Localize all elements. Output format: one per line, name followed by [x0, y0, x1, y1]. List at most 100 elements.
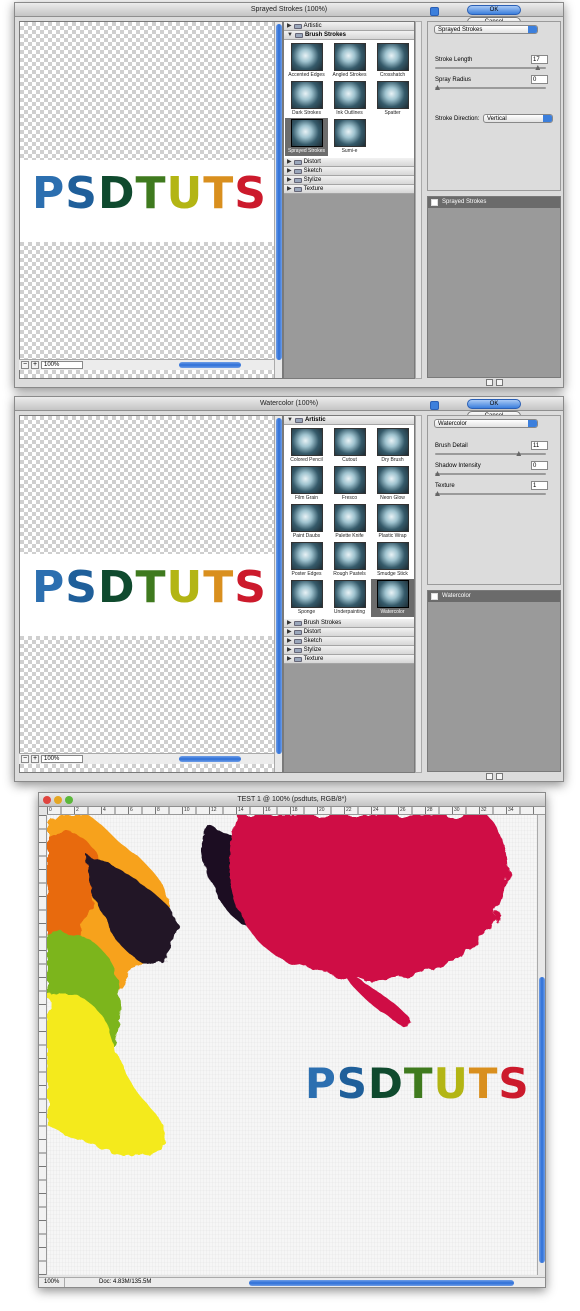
preview-vertical-scrollbar[interactable]	[274, 22, 282, 378]
zoom-field[interactable]: 100%	[41, 755, 83, 763]
close-icon[interactable]	[43, 796, 51, 804]
filter-preview[interactable]: PSDTUTS	[19, 21, 283, 379]
filter-thumbnail[interactable]: Crosshatch	[371, 42, 414, 80]
gallery-scrollbar[interactable]	[415, 21, 422, 379]
psdtuts-text: PSDTUTS	[32, 566, 267, 610]
parameter-value-field[interactable]: 0	[531, 461, 548, 470]
filter-thumbnail[interactable]: Plastic Wrap	[371, 503, 414, 541]
effect-layer[interactable]: Sprayed Strokes	[428, 197, 560, 208]
filter-thumbnail[interactable]: Spatter	[371, 80, 414, 118]
disclosure-triangle-icon[interactable]: ▶	[287, 646, 292, 655]
new-layer-icon[interactable]	[485, 379, 493, 386]
filter-thumbnail[interactable]: Paint Daubs	[285, 503, 328, 541]
filter-preview-image	[376, 81, 409, 109]
filter-thumbnail[interactable]: Colored Pencil	[285, 427, 328, 465]
filter-thumbnail[interactable]: Rough Pastels	[328, 541, 371, 579]
document-horizontal-scrollbar[interactable]	[249, 1280, 514, 1286]
filter-thumbnail[interactable]: Neon Glow	[371, 465, 414, 503]
filter-thumbnail[interactable]: Film Grain	[285, 465, 328, 503]
disclosure-triangle-icon[interactable]: ▶	[287, 158, 292, 167]
filter-thumbnail[interactable]: Underpainting	[328, 579, 371, 617]
filter-category[interactable]: ▼ Brush Strokes	[284, 31, 414, 40]
filter-thumbnail[interactable]: Sprayed Strokes	[285, 118, 328, 156]
canvas[interactable]: PSDTUTS	[47, 815, 537, 1275]
filter-category[interactable]: ▶ Texture	[284, 185, 414, 194]
zoom-in-button[interactable]: +	[31, 755, 39, 763]
filter-preview[interactable]: PSDTUTS	[19, 415, 283, 773]
filter-category[interactable]: ▶ Texture	[284, 655, 414, 664]
eye-icon[interactable]	[431, 199, 438, 206]
filter-thumbnail-label: Palette Knife	[335, 533, 364, 539]
trash-icon[interactable]	[495, 773, 503, 780]
eye-icon[interactable]	[431, 593, 438, 600]
disclosure-triangle-icon[interactable]: ▼	[287, 31, 293, 40]
filter-select[interactable]: Sprayed Strokes	[434, 25, 538, 34]
disclosure-triangle-icon[interactable]: ▶	[287, 637, 292, 646]
folder-icon	[293, 620, 302, 626]
parameter-slider[interactable]	[435, 87, 546, 89]
preview-horizontal-scrollbar[interactable]	[179, 362, 241, 368]
disclosure-triangle-icon[interactable]: ▶	[287, 167, 292, 176]
ruler-label: 14	[238, 807, 244, 813]
filter-thumbnail[interactable]: Accented Edges	[285, 42, 328, 80]
filter-category[interactable]: ▶ Artistic	[284, 22, 414, 31]
filter-thumbnail[interactable]: Dry Brush	[371, 427, 414, 465]
document-vertical-scrollbar[interactable]	[537, 815, 545, 1275]
filter-thumbnail[interactable]: Palette Knife	[328, 503, 371, 541]
new-layer-icon[interactable]	[485, 773, 493, 780]
parameter-value-field[interactable]: 17	[531, 55, 548, 64]
parameter-slider[interactable]	[435, 493, 546, 495]
filter-thumbnail[interactable]: Poster Edges	[285, 541, 328, 579]
zoom-field[interactable]: 100%	[41, 361, 83, 369]
expand-toggle-icon[interactable]	[430, 7, 439, 16]
gallery-scrollbar[interactable]	[415, 415, 422, 773]
stroke-direction-select[interactable]: Vertical	[483, 114, 553, 123]
zoom-out-button[interactable]: −	[21, 755, 29, 763]
ok-button[interactable]: OK	[467, 5, 521, 15]
disclosure-triangle-icon[interactable]: ▼	[287, 416, 293, 425]
zoom-icon[interactable]	[65, 796, 73, 804]
zoom-out-button[interactable]: −	[21, 361, 29, 369]
disclosure-triangle-icon[interactable]: ▶	[287, 176, 292, 185]
filter-select[interactable]: Watercolor	[434, 419, 538, 428]
filter-thumbnail[interactable]: Watercolor	[371, 579, 414, 617]
filter-parameter: Spray Radius 0	[434, 75, 554, 95]
filter-thumbnail[interactable]: Fresco	[328, 465, 371, 503]
ok-button[interactable]: OK	[467, 399, 521, 409]
disclosure-triangle-icon[interactable]: ▶	[287, 22, 292, 31]
parameter-slider[interactable]	[435, 473, 546, 475]
filter-thumbnail[interactable]: Sumi-e	[328, 118, 371, 156]
filter-preview-image	[376, 428, 409, 456]
zoom-in-button[interactable]: +	[31, 361, 39, 369]
parameter-slider[interactable]	[435, 453, 546, 455]
filter-thumbnail[interactable]: Angled Strokes	[328, 42, 371, 80]
filter-thumbnail[interactable]: Sponge	[285, 579, 328, 617]
filter-thumbnail[interactable]: Smudge Stick	[371, 541, 414, 579]
parameter-label: Spray Radius	[435, 77, 472, 83]
parameter-value-field[interactable]: 1	[531, 481, 548, 490]
ruler-label: 28	[427, 807, 433, 813]
filter-thumbnail[interactable]: Cutout	[328, 427, 371, 465]
effect-layer[interactable]: Watercolor	[428, 591, 560, 602]
preview-vertical-scrollbar[interactable]	[274, 416, 282, 772]
minimize-icon[interactable]	[54, 796, 62, 804]
preview-horizontal-scrollbar[interactable]	[179, 756, 241, 762]
disclosure-triangle-icon[interactable]: ▶	[287, 619, 292, 628]
disclosure-triangle-icon[interactable]: ▶	[287, 628, 292, 637]
filter-thumbnail-label: Dark Strokes	[292, 110, 321, 116]
filter-preview-image	[290, 119, 323, 147]
filter-thumbnail[interactable]: Dark Strokes	[285, 80, 328, 118]
filter-category[interactable]: ▼ Artistic	[284, 416, 414, 425]
folder-icon	[293, 177, 302, 183]
filter-thumbnail[interactable]: Ink Outlines	[328, 80, 371, 118]
trash-icon[interactable]	[495, 379, 503, 386]
parameter-slider[interactable]	[435, 67, 546, 69]
zoom-field[interactable]: 100%	[41, 1278, 65, 1287]
expand-toggle-icon[interactable]	[430, 401, 439, 410]
disclosure-triangle-icon[interactable]: ▶	[287, 185, 292, 194]
parameter-value-field[interactable]: 0	[531, 75, 548, 84]
psd-letter: U	[433, 1059, 469, 1108]
disclosure-triangle-icon[interactable]: ▶	[287, 655, 292, 664]
parameter-value-field[interactable]: 11	[531, 441, 548, 450]
filter-preview-image	[333, 428, 366, 456]
